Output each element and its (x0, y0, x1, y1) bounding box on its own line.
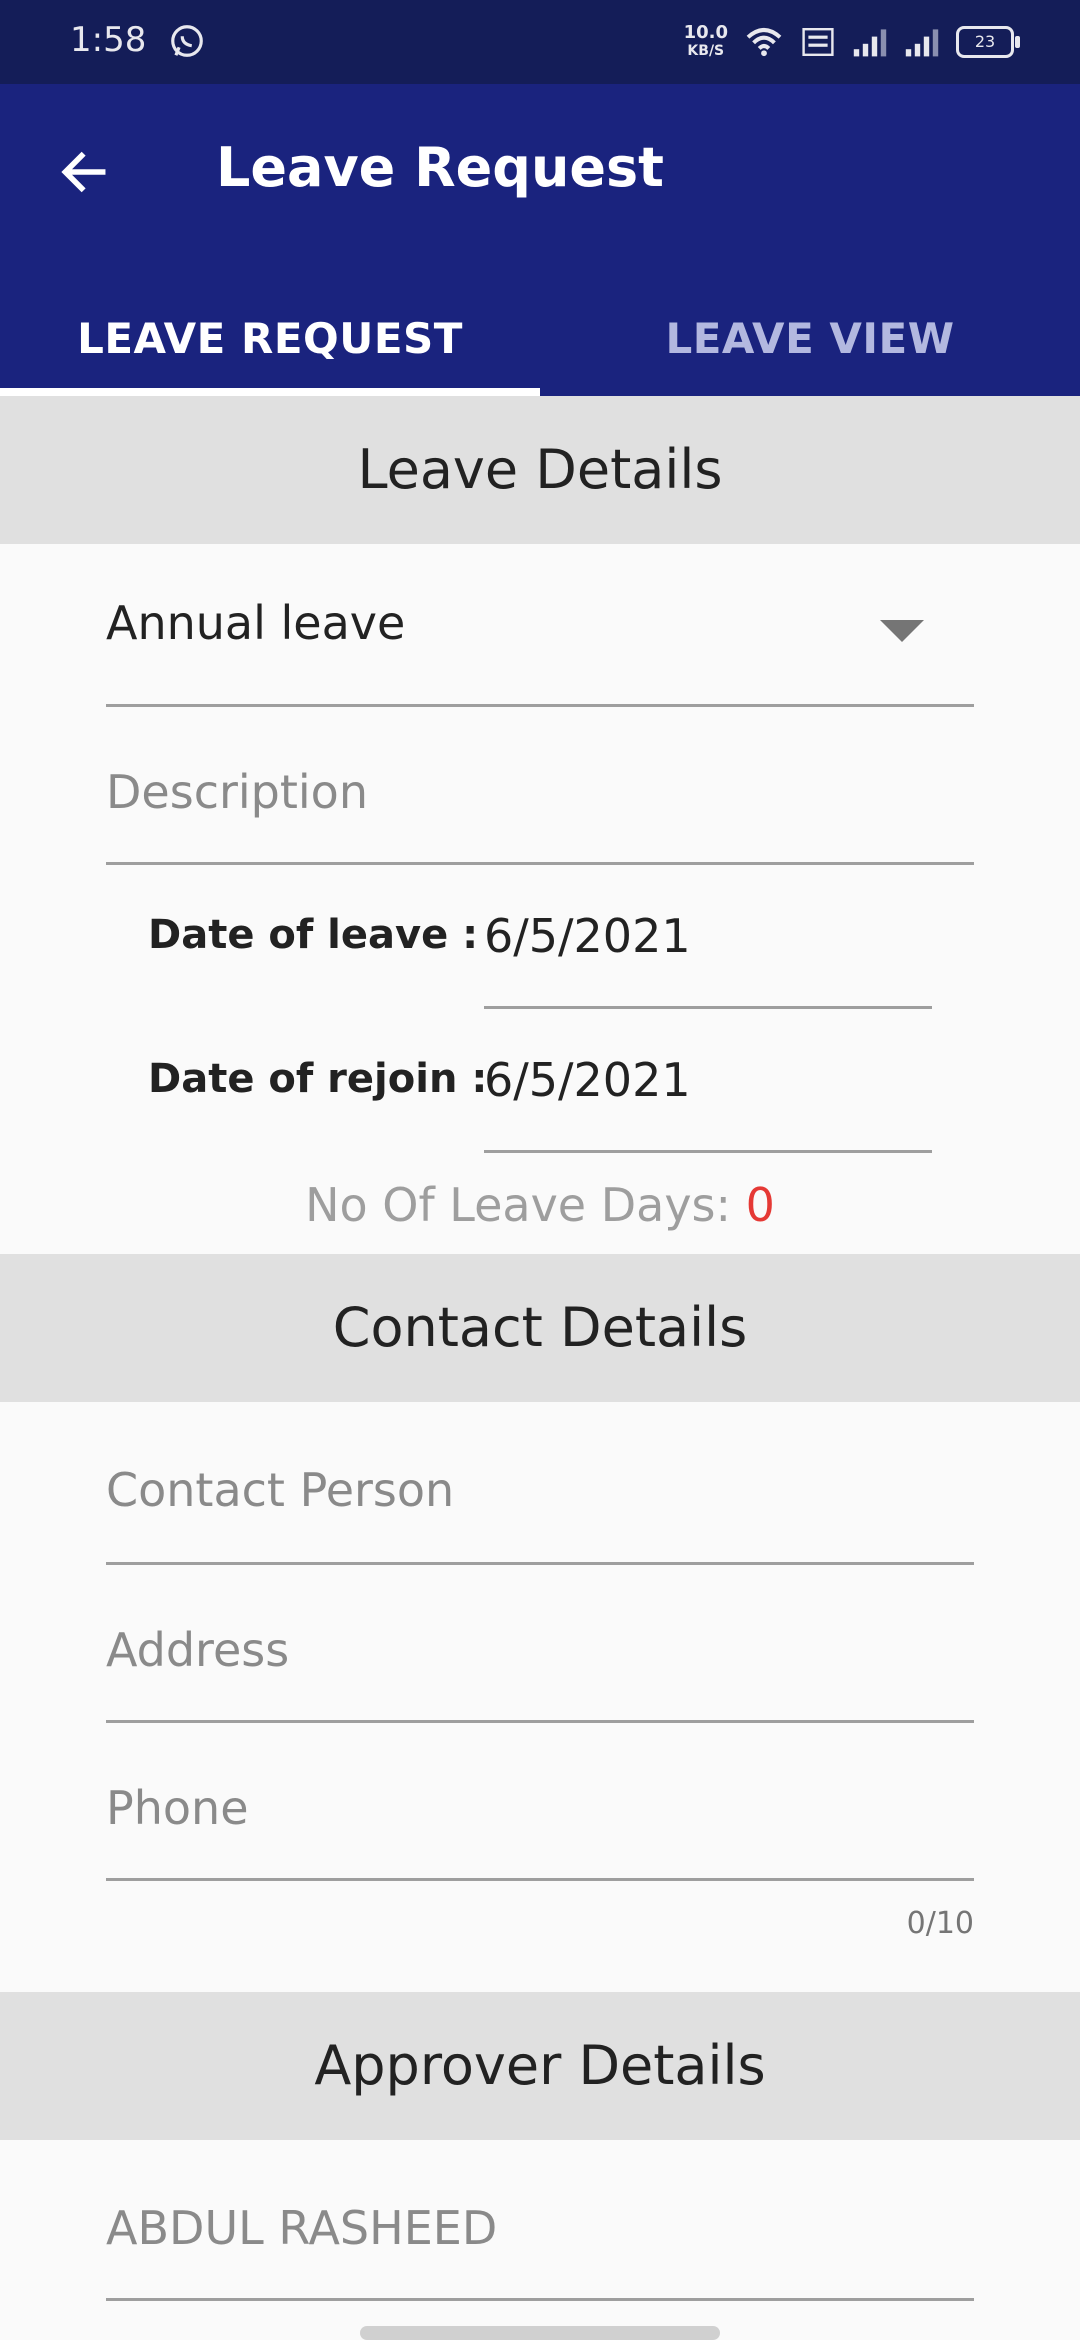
whatsapp-icon (171, 25, 203, 57)
network-speed: 10.0 KB/S (683, 22, 728, 60)
leave-type-value: Annual leave (106, 596, 406, 650)
wifi-icon (746, 28, 782, 57)
tab-leave-request[interactable]: LEAVE REQUEST (0, 308, 540, 396)
leave-details-header: Leave Details (0, 396, 1080, 544)
no-of-leave-days: No Of Leave Days: 0 (0, 1178, 1080, 1232)
status-bar: 1:58 10.0 KB/S 23 (0, 0, 1080, 84)
page-title: Leave Request (216, 136, 664, 199)
date-of-leave-field[interactable]: 6/5/2021 (484, 902, 932, 1009)
phone-field[interactable]: Phone (106, 1772, 974, 1881)
volte-icon (802, 28, 834, 56)
tab-leave-view[interactable]: LEAVE VIEW (540, 308, 1080, 396)
date-of-rejoin-field[interactable]: 6/5/2021 (484, 1046, 932, 1153)
status-icons: 10.0 KB/S 23 (683, 18, 1020, 66)
date-of-leave-label: Date of leave : (148, 912, 479, 958)
battery-icon: 23 (956, 26, 1020, 58)
signal-icon (853, 29, 887, 57)
phone-char-counter: 0/10 (906, 1906, 974, 1941)
date-of-rejoin-label: Date of rejoin : (148, 1056, 488, 1102)
address-field[interactable]: Address (106, 1614, 974, 1723)
arrow-left-icon[interactable] (56, 144, 112, 200)
contact-person-field[interactable]: Contact Person (106, 1454, 974, 1565)
no-of-leave-days-label: No Of Leave Days: (305, 1178, 746, 1232)
contact-details-header: Contact Details (0, 1254, 1080, 1402)
leave-type-dropdown[interactable]: Annual leave (106, 594, 974, 707)
no-of-leave-days-count: 0 (745, 1178, 775, 1232)
nav-handle[interactable] (360, 2326, 720, 2340)
status-time: 1:58 (70, 20, 147, 60)
description-field[interactable]: Description (106, 756, 974, 865)
approver-details-header: Approver Details (0, 1992, 1080, 2140)
tab-indicator (0, 388, 540, 396)
app-bar: Leave Request LEAVE REQUEST LEAVE VIEW (0, 84, 1080, 396)
approver-field[interactable]: ABDUL RASHEED (106, 2192, 974, 2301)
signal-icon (905, 29, 939, 57)
chevron-down-icon (880, 620, 924, 642)
